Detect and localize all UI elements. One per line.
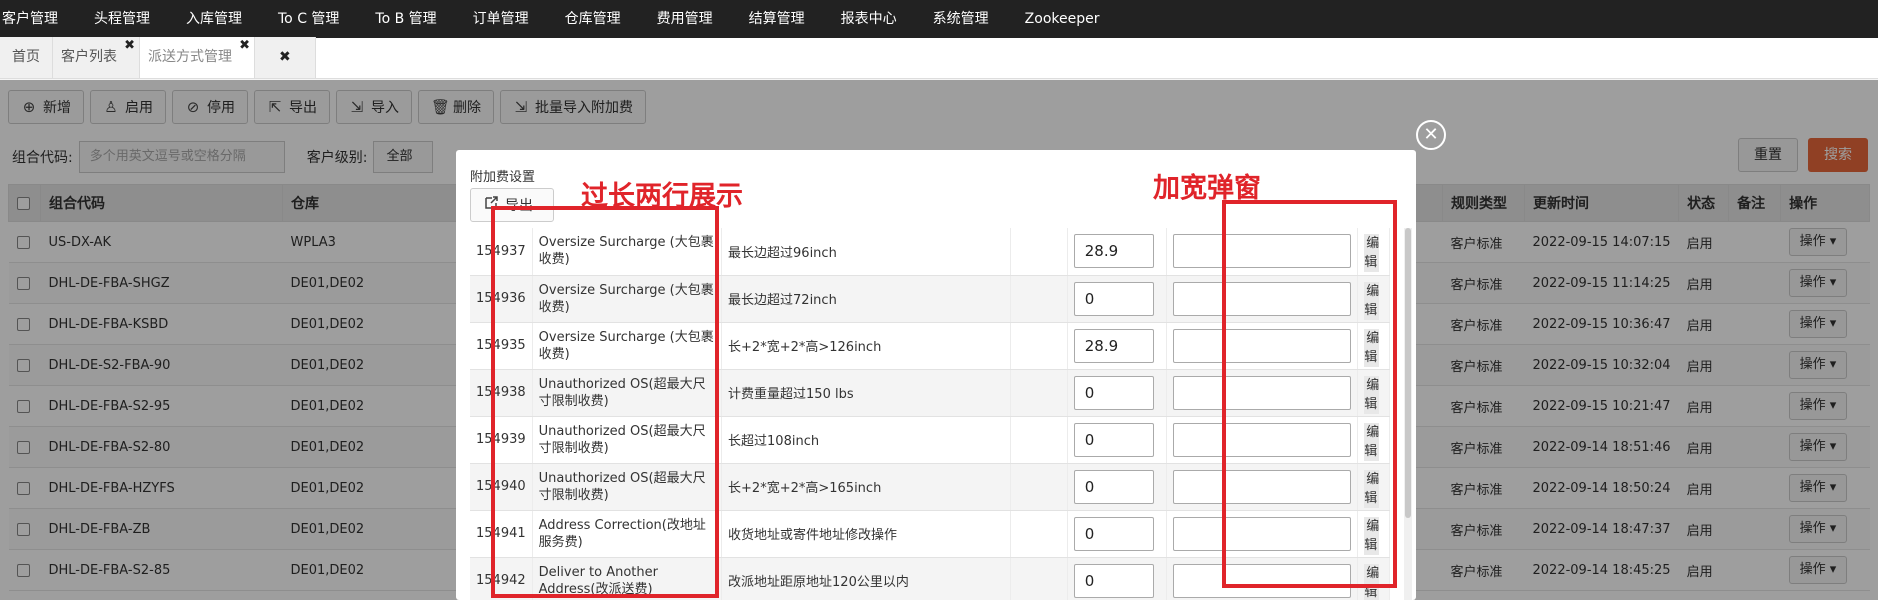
tab-0[interactable]: 首页 [0, 37, 53, 78]
surcharge-value-cell: 0 [1067, 557, 1168, 600]
tab-label: 派送方式管理 [148, 49, 232, 65]
nav-item-4[interactable]: To B 管理 [357, 0, 454, 38]
nav-item-0[interactable]: 客户管理 [0, 0, 76, 38]
surcharge-blank [1010, 322, 1068, 370]
tab-close-icon[interactable]: ✖ [239, 25, 250, 66]
nav-item-6[interactable]: 仓库管理 [547, 0, 639, 38]
tab-label: 首页 [12, 49, 40, 65]
surcharge-desc: 长超过108inch [721, 416, 1011, 464]
surcharge-desc: 最长边超过96inch [721, 228, 1011, 276]
modal-close-icon[interactable]: ✕ [1416, 120, 1446, 150]
surcharge-blank [1010, 228, 1068, 276]
tab-label: 客户列表 [61, 49, 117, 65]
tab-1[interactable]: 客户列表 ✖ [53, 37, 140, 78]
surcharge-value-input[interactable]: 0 [1073, 469, 1154, 504]
annotation-box-name-column [491, 206, 719, 598]
nav-item-1[interactable]: 头程管理 [76, 0, 168, 38]
surcharge-desc: 改派地址距原地址120公里以内 [721, 557, 1011, 600]
surcharge-blank [1010, 275, 1068, 323]
tab-2[interactable]: 派送方式管理 ✖ [140, 37, 255, 78]
nav-item-8[interactable]: 结算管理 [731, 0, 823, 38]
nav-item-9[interactable]: 报表中心 [823, 0, 915, 38]
nav-item-11[interactable]: Zookeeper [1007, 0, 1118, 38]
annotation-text-two-lines: 过长两行展示 [581, 181, 743, 212]
top-nav: 客户管理 头程管理 入库管理 To C 管理 To B 管理 订单管理 仓库管理 费用管理 结算… [0, 0, 1878, 38]
annotation-text-widen-modal: 加宽弹窗 [1153, 173, 1261, 204]
surcharge-value-cell: 0 [1067, 369, 1168, 417]
nav-item-7[interactable]: 费用管理 [639, 0, 731, 38]
surcharge-value-cell: 0 [1067, 416, 1168, 464]
surcharge-value-cell: 28.9 [1067, 322, 1168, 370]
surcharge-value-input[interactable]: 0 [1073, 422, 1154, 457]
tab-close-icon[interactable]: ✖ [124, 25, 135, 66]
tab-bar: 首页 客户列表 ✖ 派送方式管理 ✖ ✖ [0, 37, 1878, 79]
surcharge-blank [1010, 510, 1068, 558]
surcharge-value-cell: 0 [1067, 510, 1168, 558]
surcharge-blank [1010, 557, 1068, 600]
surcharge-blank [1010, 416, 1068, 464]
nav-item-3[interactable]: To C 管理 [260, 0, 357, 38]
nav-item-10[interactable]: 系统管理 [915, 0, 1007, 38]
surcharge-desc: 长+2*宽+2*高>165inch [721, 463, 1011, 511]
surcharge-value-input[interactable]: 28.9 [1073, 234, 1154, 269]
close-all-tabs-icon[interactable]: ✖ [255, 37, 316, 78]
surcharge-value-cell: 28.9 [1067, 228, 1168, 276]
modal-scrollbar[interactable] [1404, 228, 1412, 600]
surcharge-blank [1010, 369, 1068, 417]
surcharge-desc: 长+2*宽+2*高>126inch [721, 322, 1011, 370]
annotation-box-remark-column [1222, 200, 1397, 588]
surcharge-desc: 最长边超过72inch [721, 275, 1011, 323]
surcharge-value-cell: 0 [1067, 275, 1168, 323]
surcharge-value-input[interactable]: 28.9 [1073, 328, 1154, 363]
surcharge-value-input[interactable]: 0 [1073, 281, 1154, 316]
surcharge-value-input[interactable]: 0 [1073, 375, 1154, 410]
surcharge-desc: 计费重量超过150 lbs [721, 369, 1011, 417]
surcharge-blank [1010, 463, 1068, 511]
modal-scrollbar-thumb[interactable] [1405, 228, 1411, 518]
modal-title: 附加费设置 [470, 170, 536, 185]
surcharge-value-cell: 0 [1067, 463, 1168, 511]
nav-item-5[interactable]: 订单管理 [455, 0, 547, 38]
surcharge-value-input[interactable]: 0 [1073, 563, 1154, 598]
surcharge-value-input[interactable]: 0 [1073, 516, 1154, 551]
surcharge-desc: 收货地址或寄件地址修改操作 [721, 510, 1011, 558]
